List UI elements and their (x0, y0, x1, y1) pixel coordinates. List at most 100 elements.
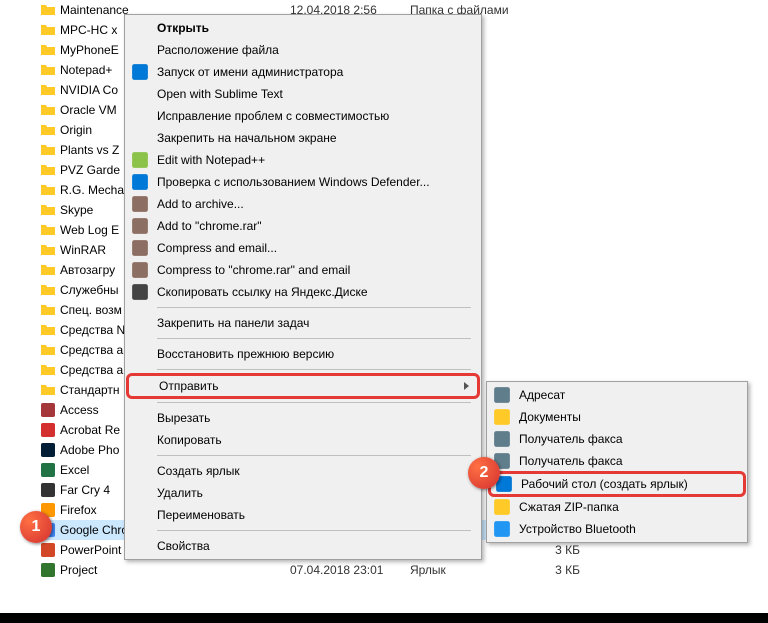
menu-separator (157, 307, 471, 308)
notepad-icon (131, 151, 149, 169)
menu-label: Восстановить прежнюю версию (157, 347, 471, 361)
folder-icon (40, 142, 56, 158)
submenu-label: Устройство Bluetooth (519, 522, 737, 536)
menu-item[interactable]: Edit with Notepad++ (127, 149, 479, 171)
bluetooth-icon (493, 520, 511, 538)
menu-separator (157, 530, 471, 531)
photoshop-icon (40, 442, 56, 458)
menu-item[interactable]: Add to "chrome.rar" (127, 215, 479, 237)
menu-item[interactable]: Open with Sublime Text (127, 83, 479, 105)
menu-item[interactable]: Запуск от имени администратора (127, 61, 479, 83)
winrar-icon (131, 217, 149, 235)
access-icon (40, 402, 56, 418)
file-size: 3 КБ (530, 543, 580, 557)
submenu-item[interactable]: Рабочий стол (создать ярлык) (488, 471, 746, 497)
menu-item[interactable]: Compress to "chrome.rar" and email (127, 259, 479, 281)
winrar-icon (131, 195, 149, 213)
menu-item[interactable]: Открыть (127, 17, 479, 39)
folder-icon (40, 242, 56, 258)
menu-item[interactable]: Исправление проблем с совместимостью (127, 105, 479, 127)
menu-label: Вырезать (157, 411, 471, 425)
menu-label: Закрепить на панели задач (157, 316, 471, 330)
file-name: Project (60, 563, 290, 577)
folder-icon (40, 122, 56, 138)
menu-item[interactable]: Расположение файла (127, 39, 479, 61)
folder-icon (40, 382, 56, 398)
menu-label: Создать ярлык (157, 464, 471, 478)
menu-item[interactable]: Compress and email... (127, 237, 479, 259)
menu-item[interactable]: Закрепить на начальном экране (127, 127, 479, 149)
menu-label: Add to archive... (157, 197, 471, 211)
menu-item[interactable]: Закрепить на панели задач (127, 312, 479, 334)
winrar-icon (131, 239, 149, 257)
menu-label: Add to "chrome.rar" (157, 219, 471, 233)
menu-label: Удалить (157, 486, 471, 500)
menu-item[interactable]: Создать ярлык (127, 460, 479, 482)
menu-item[interactable]: Проверка с использованием Windows Defend… (127, 171, 479, 193)
folder-icon (40, 362, 56, 378)
menu-item[interactable]: Add to archive... (127, 193, 479, 215)
submenu-label: Рабочий стол (создать ярлык) (521, 477, 735, 491)
menu-separator (157, 338, 471, 339)
file-date: 07.04.2018 23:01 (290, 563, 410, 577)
submenu-item[interactable]: Адресат (489, 384, 745, 406)
menu-item[interactable]: Вырезать (127, 407, 479, 429)
yadisk-icon (131, 283, 149, 301)
submenu-label: Адресат (519, 388, 737, 402)
menu-label: Запуск от имени администратора (157, 65, 471, 79)
submenu-item[interactable]: Устройство Bluetooth (489, 518, 745, 540)
submenu-item[interactable]: Получатель факса (489, 450, 745, 472)
menu-label: Edit with Notepad++ (157, 153, 471, 167)
submenu-item[interactable]: Документы (489, 406, 745, 428)
bottom-border (0, 613, 768, 623)
submenu-label: Получатель факса (519, 432, 737, 446)
folder-icon (40, 302, 56, 318)
menu-label: Копировать (157, 433, 471, 447)
submenu-item[interactable]: Получатель факса (489, 428, 745, 450)
menu-label: Open with Sublime Text (157, 87, 471, 101)
menu-item[interactable]: Восстановить прежнюю версию (127, 343, 479, 365)
submenu-item[interactable]: Сжатая ZIP-папка (489, 496, 745, 518)
menu-label: Расположение файла (157, 43, 471, 57)
farcry-icon (40, 482, 56, 498)
folder-icon (40, 22, 56, 38)
context-menu-send-to: Адресат Документы Получатель факса Получате… (486, 381, 748, 543)
folder-icon (40, 202, 56, 218)
menu-label: Исправление проблем с совместимостью (157, 109, 471, 123)
folder-icon (40, 2, 56, 18)
folder-icon (40, 222, 56, 238)
menu-item[interactable]: Скопировать ссылку на Яндекс.Диске (127, 281, 479, 303)
menu-label: Свойства (157, 539, 471, 553)
menu-separator (157, 402, 471, 403)
folder-icon (40, 182, 56, 198)
menu-label: Скопировать ссылку на Яндекс.Диске (157, 285, 471, 299)
submenu-arrow-icon (464, 382, 469, 390)
menu-item[interactable]: Отправить (126, 373, 480, 399)
menu-label: Compress and email... (157, 241, 471, 255)
folder-icon (40, 62, 56, 78)
menu-item[interactable]: Переименовать (127, 504, 479, 526)
menu-item[interactable]: Удалить (127, 482, 479, 504)
menu-label: Переименовать (157, 508, 471, 522)
file-row[interactable]: Project 07.04.2018 23:01 Ярлык 3 КБ (40, 560, 740, 580)
winrar-icon (131, 261, 149, 279)
folder-icon (40, 82, 56, 98)
menu-label: Закрепить на начальном экране (157, 131, 471, 145)
submenu-label: Сжатая ZIP-папка (519, 500, 737, 514)
callout-marker-2: 2 (468, 457, 500, 489)
defender-icon (131, 173, 149, 191)
callout-marker-1: 1 (20, 511, 52, 543)
menu-separator (157, 455, 471, 456)
menu-item[interactable]: Свойства (127, 535, 479, 557)
submenu-label: Получатель факса (519, 454, 737, 468)
menu-separator (157, 369, 471, 370)
file-size: 3 КБ (530, 563, 580, 577)
excel-icon (40, 462, 56, 478)
folder-icon (40, 342, 56, 358)
acrobat-icon (40, 422, 56, 438)
menu-label: Проверка с использованием Windows Defend… (157, 175, 471, 189)
contact-icon (493, 386, 511, 404)
menu-item[interactable]: Копировать (127, 429, 479, 451)
menu-label: Compress to "chrome.rar" and email (157, 263, 471, 277)
submenu-label: Документы (519, 410, 737, 424)
